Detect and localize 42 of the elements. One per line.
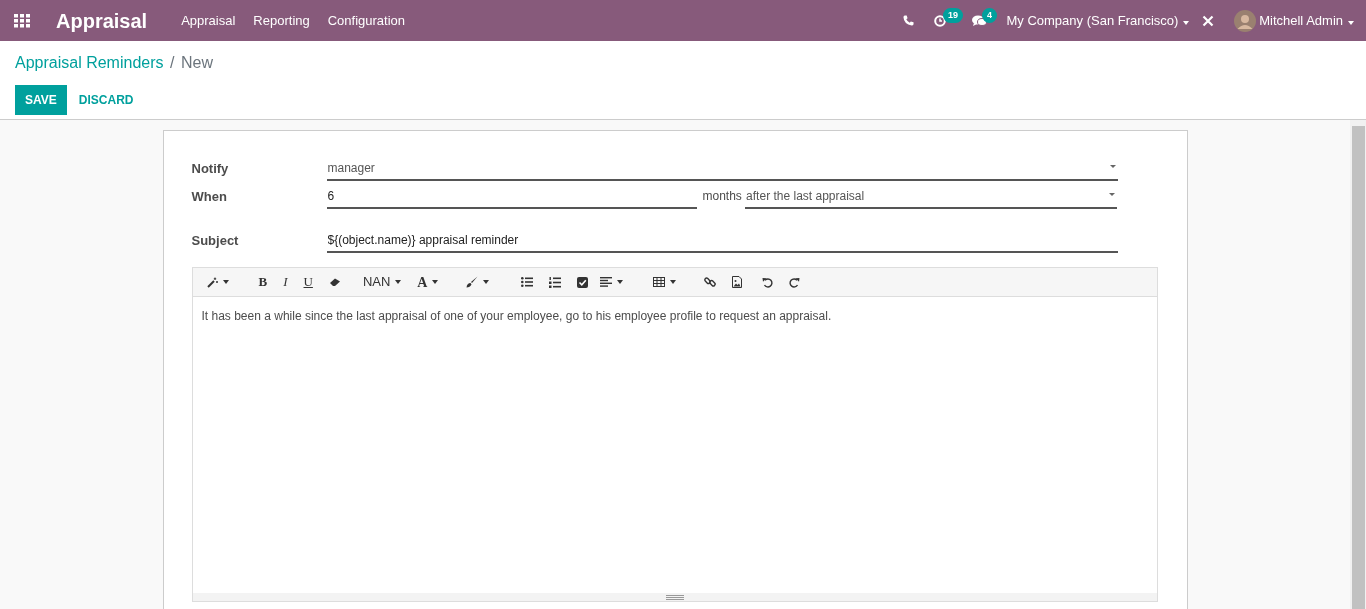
clock-icon[interactable] [934,14,946,27]
table-icon [653,277,666,287]
field-label: When [191,188,228,206]
breadcrumb-current: New [180,53,213,73]
menu-link[interactable]: Reporting [253,10,310,31]
notify-select[interactable]: manager [326,159,1118,181]
link-icon[interactable] [704,276,717,288]
underline-button[interactable]: U [295,268,321,296]
font-size-dropdown[interactable]: NAN [354,268,410,296]
italic-button[interactable]: I [275,268,296,296]
when-input[interactable]: 6 [326,187,697,209]
bullet-list-icon[interactable] [521,277,534,287]
brush-icon [466,276,479,288]
bold-button[interactable]: B [250,268,276,296]
image-icon[interactable] [732,276,743,288]
align-icon [600,277,613,287]
editor-body-text[interactable]: It has been a while since the last appraisal of one of your employee, go to his employee profile to request an appraisal. [192,297,1157,593]
event-select[interactable]: after the last appraisal [745,187,1118,209]
app-title: Appraisal [56,8,148,34]
avatar-icon[interactable] [1233,9,1256,32]
resize-handle-icon[interactable] [665,594,684,600]
message-count-badge: 4 [982,7,997,23]
unit-label: months [702,188,742,205]
company-switcher[interactable]: My Company (San Francisco) [1006,10,1190,31]
font-color-dropdown[interactable]: A [409,268,447,296]
user-menu[interactable]: Mitchell Admin [1259,10,1354,31]
numbered-list-icon[interactable] [549,276,562,288]
checklist-icon[interactable] [577,276,589,288]
phone-icon[interactable] [903,15,915,26]
redo-icon[interactable] [789,276,801,288]
apps-menu-icon[interactable] [14,13,30,28]
subject-input[interactable]: ${(object.name)} appraisal reminder [326,231,1118,253]
magic-wand-icon [206,276,218,288]
field-label: Notify [191,160,230,178]
breadcrumb-separator: / [170,53,175,73]
scrollbar-thumb[interactable] [1352,126,1365,609]
undo-icon[interactable] [762,276,774,288]
field-label: Subject [191,232,240,250]
menu-link[interactable]: Configuration [327,10,406,31]
menu-link[interactable]: Appraisal [181,10,236,31]
eraser-icon[interactable] [328,277,341,287]
activity-count-badge: 19 [943,7,963,23]
